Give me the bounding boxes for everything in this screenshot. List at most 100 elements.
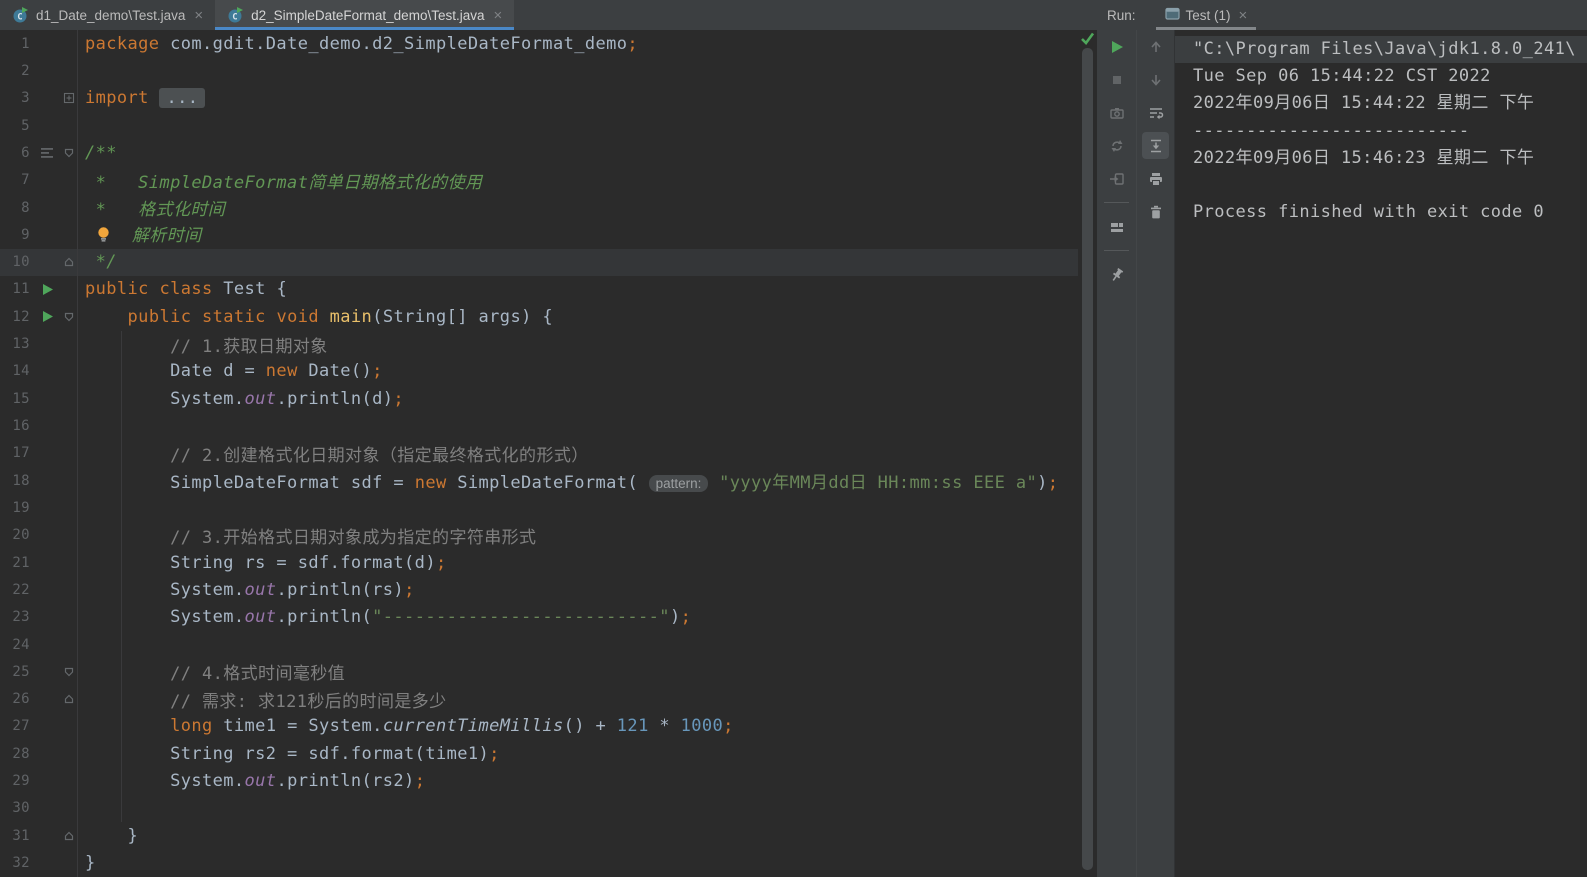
code-line[interactable]: 3 import ...: [0, 84, 1078, 112]
line-number: 1: [21, 35, 30, 52]
code-line[interactable]: 32}: [0, 849, 1078, 877]
code-line[interactable]: 28 String rs2 = sdf.format(time1);: [0, 740, 1078, 768]
line-number: 15: [12, 390, 30, 407]
code-line[interactable]: 24: [0, 630, 1078, 659]
close-icon[interactable]: ×: [194, 8, 203, 23]
navigate-up-button[interactable]: [1137, 30, 1174, 63]
code-line[interactable]: 1 package com.gdit.Date_demo.d2_SimpleDat…: [0, 30, 1078, 58]
code-line[interactable]: 29 System.out.println(rs2);: [0, 767, 1078, 795]
clear-console-button[interactable]: [1137, 195, 1174, 228]
run-console[interactable]: "C:\Program Files\Java\jdk1.8.0_241\ Tue …: [1175, 30, 1587, 877]
fold-plus-icon[interactable]: [60, 84, 78, 112]
code-line[interactable]: 7 * SimpleDateFormat简单日期格式化的使用: [0, 166, 1078, 194]
code-editor[interactable]: 1 package com.gdit.Date_demo.d2_SimpleDat…: [0, 30, 1078, 877]
editor-tab-bar: C d1_Date_demo\Test.java × C d2_SimpleDa…: [0, 0, 1097, 30]
run-toolbar-left: [1097, 30, 1137, 877]
print-button[interactable]: [1137, 162, 1174, 195]
line-number: 2: [21, 62, 30, 79]
fold-down-icon[interactable]: [60, 658, 78, 686]
close-icon[interactable]: ×: [493, 8, 502, 23]
code-text: package com.gdit.Date_demo.d2_SimpleDate…: [85, 33, 639, 54]
ide-window: C d1_Date_demo\Test.java × C d2_SimpleDa…: [0, 0, 1587, 877]
run-arrow-icon[interactable]: [34, 310, 60, 323]
code-line[interactable]: 31 }: [0, 822, 1078, 850]
fold-column: [60, 630, 78, 659]
code-line[interactable]: 22 System.out.println(rs);: [0, 576, 1078, 604]
soft-wrap-button[interactable]: [1137, 96, 1174, 129]
stop-button[interactable]: [1097, 63, 1136, 96]
code-line[interactable]: 25 // 4.格式时间毫秒值: [0, 658, 1078, 686]
console-line: 2022年09月06日 15:44:22 星期二 下午: [1193, 93, 1535, 114]
toolbar-separator: [1104, 250, 1129, 251]
code-line[interactable]: 11 public class Test {: [0, 275, 1078, 304]
line-number: 14: [12, 363, 30, 380]
fold-column: [60, 385, 78, 413]
code-line[interactable]: 6 /**: [0, 139, 1078, 167]
code-line[interactable]: 16: [0, 412, 1078, 440]
line-number: 28: [12, 745, 30, 762]
fold-column: [60, 439, 78, 467]
indent-guide: [121, 331, 122, 822]
run-toolbar-right: [1137, 30, 1175, 877]
run-arrow-icon[interactable]: [34, 283, 60, 296]
code-line[interactable]: 12 public static void main(String[] args…: [0, 303, 1078, 331]
line-number: 21: [12, 554, 30, 571]
code-line[interactable]: 18 SimpleDateFormat sdf = new SimpleDate…: [0, 467, 1078, 495]
java-class-icon: C: [12, 6, 29, 24]
svg-text:C: C: [232, 12, 237, 22]
fold-column: [60, 193, 78, 222]
rerun-button[interactable]: [1097, 30, 1136, 63]
close-icon[interactable]: ×: [1239, 8, 1248, 23]
code-line[interactable]: 17 // 2.创建格式化日期对象（指定最终格式化的形式）: [0, 439, 1078, 467]
code-line[interactable]: 5: [0, 111, 1078, 140]
fold-column: [60, 603, 78, 631]
code-line[interactable]: 10 */: [0, 248, 1078, 276]
fold-up-icon[interactable]: [60, 248, 78, 276]
code-line[interactable]: 13 // 1.获取日期对象: [0, 330, 1078, 358]
code-line[interactable]: 27 long time1 = System.currentTimeMillis…: [0, 712, 1078, 741]
line-number: 13: [12, 336, 30, 353]
code-line[interactable]: 14 Date d = new Date();: [0, 357, 1078, 386]
tab-d1-date-demo[interactable]: C d1_Date_demo\Test.java ×: [0, 0, 215, 30]
code-line[interactable]: 15 System.out.println(d);: [0, 385, 1078, 413]
code-text: String rs = sdf.format(d);: [85, 552, 447, 573]
code-line[interactable]: 8 * 格式化时间: [0, 193, 1078, 222]
gutter-lines-icon[interactable]: [34, 146, 60, 160]
code-line[interactable]: 20 // 3.开始格式日期对象成为指定的字符串形式: [0, 521, 1078, 549]
line-number: 29: [12, 773, 30, 790]
code-line[interactable]: 2: [0, 57, 1078, 85]
arrow-into-square-button[interactable]: [1097, 162, 1136, 195]
line-number: 5: [21, 117, 30, 134]
editor-scrollbar: [1078, 30, 1097, 877]
scroll-to-end-button[interactable]: [1142, 132, 1169, 159]
line-number: 6: [21, 144, 30, 161]
inspections-ok-icon[interactable]: [1079, 30, 1096, 47]
run-panel-header: Run: Test (1) ×: [1097, 0, 1587, 30]
restore-layout-button[interactable]: [1097, 210, 1136, 243]
code-text: // 4.格式时间毫秒值: [85, 664, 346, 685]
code-line[interactable]: 26 // 需求: 求121秒后的时间是多少: [0, 685, 1078, 713]
thread-dump-camera-button[interactable]: [1097, 96, 1136, 129]
fold-column: [60, 111, 78, 140]
code-line[interactable]: 23 System.out.println("-----------------…: [0, 603, 1078, 631]
navigate-down-button[interactable]: [1137, 63, 1174, 96]
code-line[interactable]: 21 String rs = sdf.format(d);: [0, 548, 1078, 577]
fold-up-icon[interactable]: [60, 822, 78, 850]
run-tab-test-1[interactable]: Test (1) ×: [1155, 0, 1257, 30]
code-line[interactable]: 9 解析时间: [0, 221, 1078, 249]
fold-up-icon[interactable]: [60, 685, 78, 713]
code-text: String rs2 = sdf.format(time1);: [85, 743, 500, 764]
rerun-failed-button[interactable]: [1097, 129, 1136, 162]
pin-tab-button[interactable]: [1097, 258, 1136, 291]
code-line[interactable]: 19: [0, 494, 1078, 522]
scrollbar-thumb[interactable]: [1082, 48, 1093, 870]
console-line: Process finished with exit code 0: [1193, 202, 1544, 223]
fold-column: [60, 57, 78, 85]
code-line[interactable]: 30: [0, 794, 1078, 823]
fold-down-icon[interactable]: [60, 139, 78, 167]
fold-down-icon[interactable]: [60, 303, 78, 331]
code-text: System.out.println(rs2);: [85, 771, 426, 792]
intention-bulb-icon[interactable]: [96, 226, 111, 248]
tab-d2-simpledateformat-demo[interactable]: C d2_SimpleDateFormat_demo\Test.java ×: [215, 0, 515, 30]
